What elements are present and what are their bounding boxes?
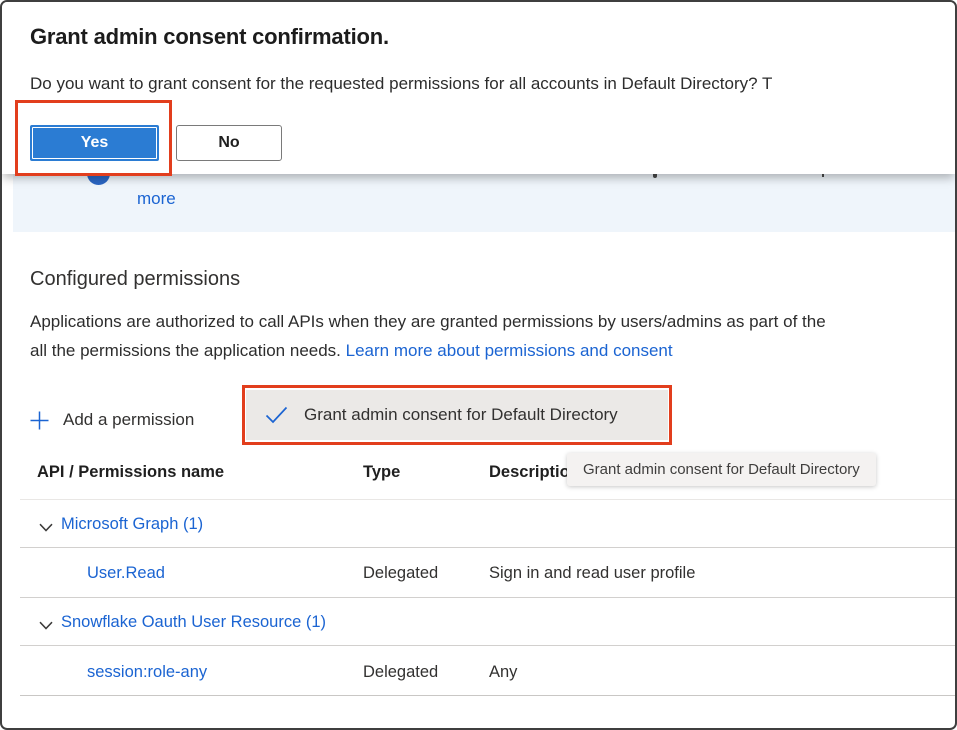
dialog-title: Grant admin consent confirmation.	[30, 24, 389, 50]
api-group-link[interactable]: Snowflake Oauth User Resource (1)	[61, 613, 326, 632]
grant-admin-consent-button[interactable]: Grant admin consent for Default Director…	[246, 390, 668, 440]
chevron-down-icon[interactable]	[39, 519, 53, 537]
divider	[20, 645, 955, 646]
chevron-down-icon[interactable]	[39, 617, 53, 635]
permission-link[interactable]: session:role-any	[87, 663, 207, 682]
dialog-message: Do you want to grant consent for the req…	[30, 74, 772, 94]
yes-button[interactable]: Yes	[30, 125, 159, 161]
section-heading: Configured permissions	[30, 268, 240, 291]
clipped-text-remnant	[653, 174, 657, 178]
no-button[interactable]: No	[176, 125, 282, 161]
grant-admin-consent-dialog: Grant admin consent confirmation. Do you…	[2, 2, 955, 174]
checkmark-icon	[265, 406, 288, 424]
permission-link[interactable]: User.Read	[87, 564, 165, 583]
divider	[20, 547, 955, 548]
permission-type: Delegated	[363, 564, 438, 583]
clipped-text-remnant	[822, 174, 824, 177]
permission-description: Any	[489, 663, 517, 682]
grant-admin-consent-tooltip: Grant admin consent for Default Director…	[567, 453, 876, 486]
plus-icon	[30, 411, 49, 430]
info-icon	[87, 174, 110, 185]
section-description-text: all the permissions the application need…	[30, 341, 346, 360]
section-description-line2: all the permissions the application need…	[30, 341, 673, 361]
divider	[20, 499, 955, 500]
info-banner: more	[13, 174, 955, 232]
add-permission-label: Add a permission	[63, 410, 194, 430]
learn-more-link[interactable]: Learn more about permissions and consent	[346, 341, 673, 360]
section-description-line1: Applications are authorized to call APIs…	[30, 312, 826, 332]
divider	[20, 597, 955, 598]
column-header-api-permissions-name[interactable]: API / Permissions name	[37, 463, 224, 482]
permission-description: Sign in and read user profile	[489, 564, 695, 583]
column-header-type[interactable]: Type	[363, 463, 400, 482]
grant-admin-consent-label: Grant admin consent for Default Director…	[304, 405, 618, 425]
api-group-link[interactable]: Microsoft Graph (1)	[61, 515, 203, 534]
screenshot-frame: more Grant admin consent confirmation. D…	[0, 0, 957, 730]
more-link[interactable]: more	[137, 189, 176, 209]
divider	[20, 695, 955, 696]
permission-type: Delegated	[363, 663, 438, 682]
add-permission-button[interactable]: Add a permission	[30, 400, 194, 440]
